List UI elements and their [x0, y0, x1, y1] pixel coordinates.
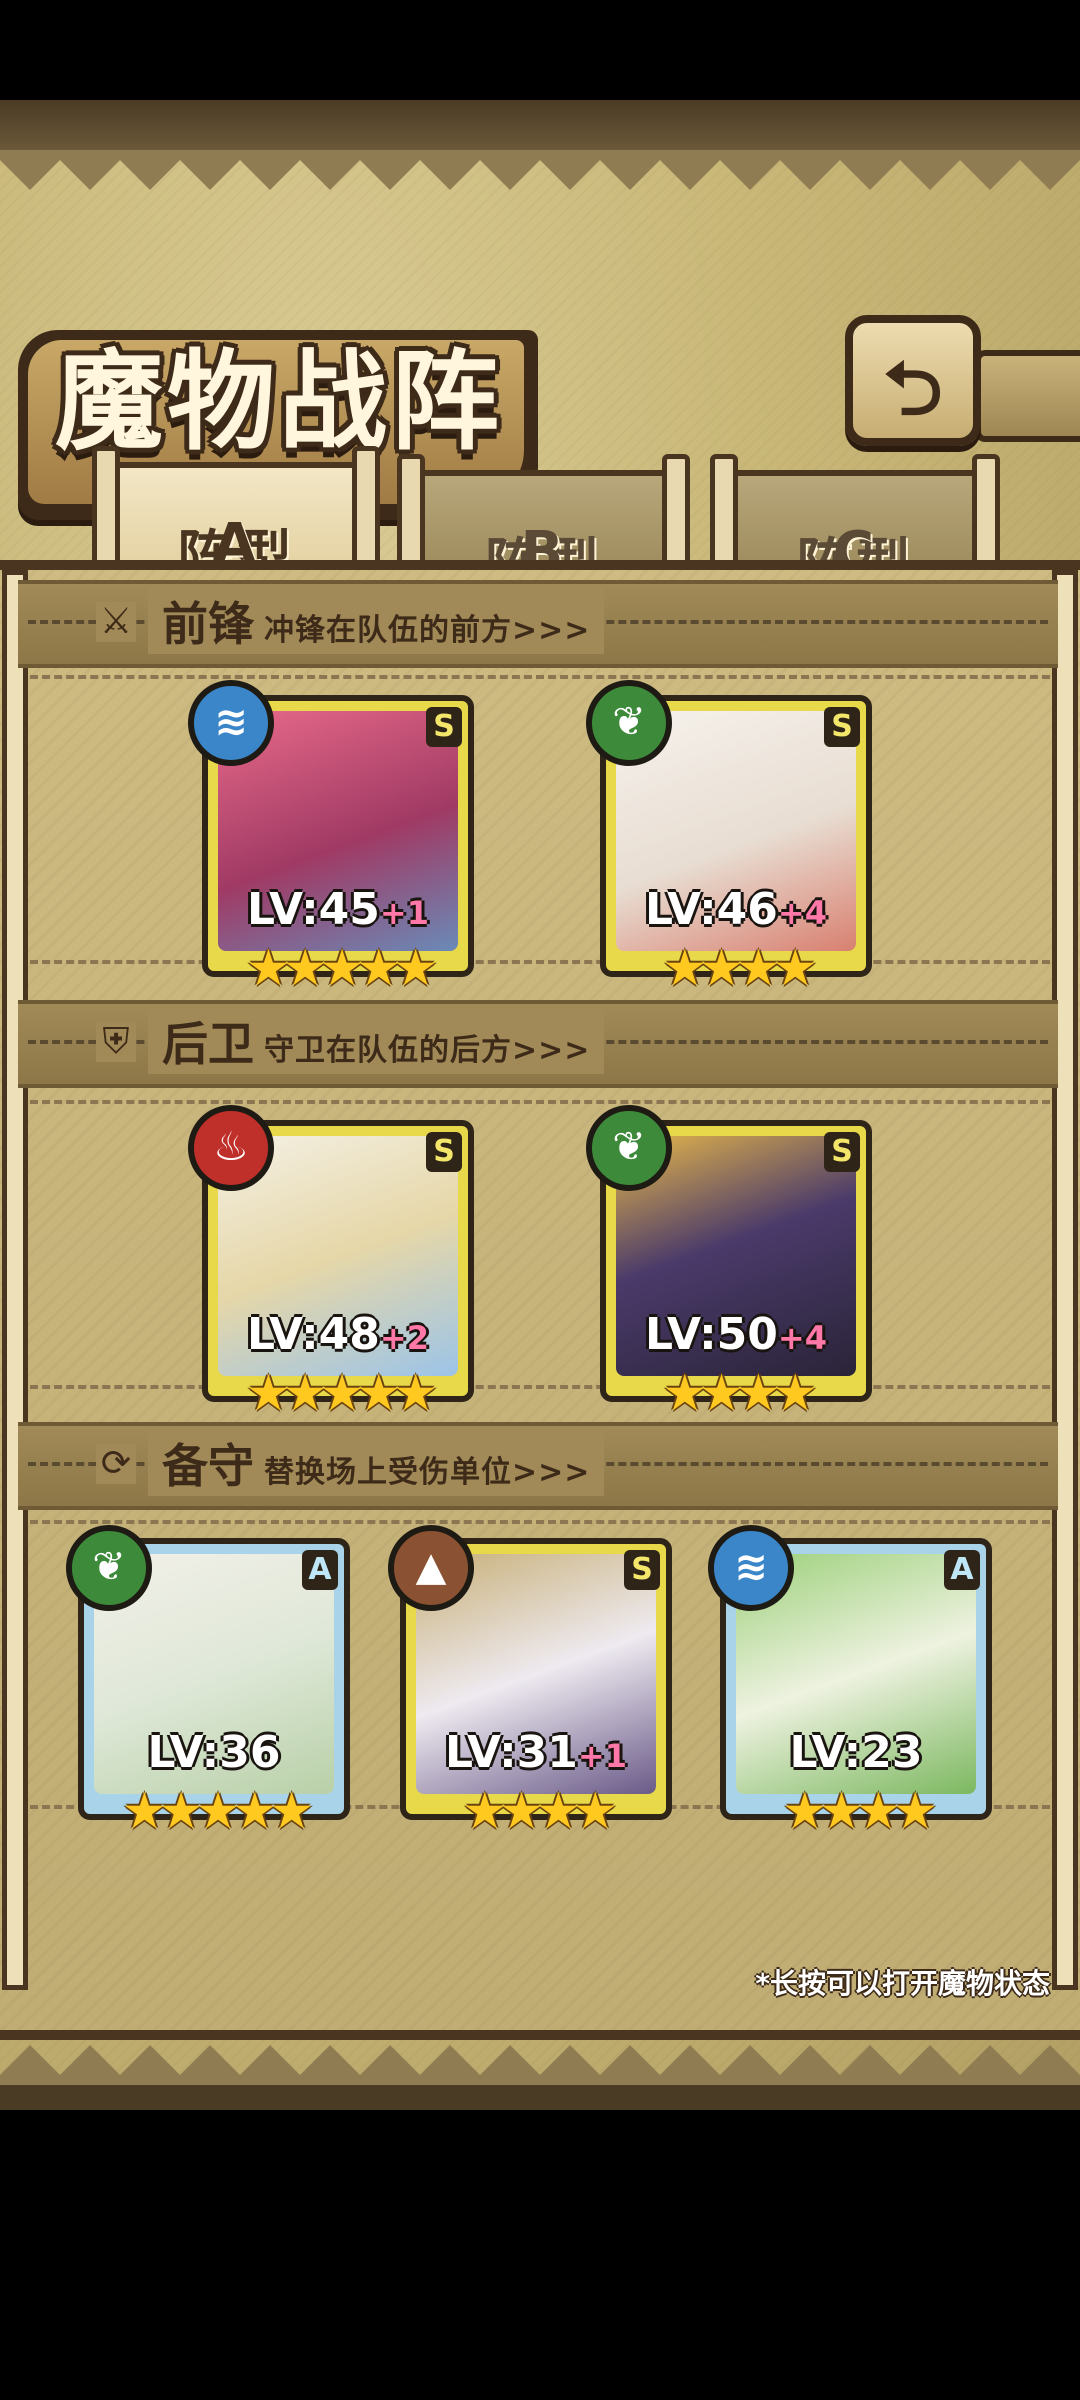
panel-edge-left	[2, 570, 28, 1990]
level-text: LV:36	[147, 1727, 281, 1778]
star-rating: ★★★★★	[245, 1364, 438, 1422]
panel-edge-right	[1052, 570, 1078, 1990]
rank-badge: S	[824, 1132, 860, 1172]
bonus-text: +2	[379, 1319, 429, 1357]
section-title: 备守	[162, 1439, 254, 1493]
bottom-border	[0, 2085, 1080, 2110]
return-arrow-icon: ⮌	[883, 346, 943, 432]
fire-element-icon: ♨	[188, 1105, 274, 1191]
earth-element-icon: ▲	[388, 1525, 474, 1611]
star-rating: ★★★★	[462, 1782, 617, 1840]
star-rating: ★★★★	[662, 1364, 817, 1422]
grass-element-icon: ❦	[586, 680, 672, 766]
bonus-text: +1	[577, 1737, 627, 1775]
level-text: LV:50	[645, 1309, 778, 1360]
shield-icon: ⛨	[96, 1022, 136, 1062]
level-text: LV:31	[445, 1727, 578, 1778]
section-subtitle: 替换场上受伤单位>>>	[264, 1455, 591, 1490]
swap-icon: ⟳	[96, 1444, 136, 1484]
rank-badge: A	[302, 1550, 338, 1590]
rank-badge: S	[824, 707, 860, 747]
star-rating: ★★★★★	[245, 939, 438, 997]
page-title: 魔物战阵	[55, 340, 504, 465]
level-text: LV:23	[789, 1727, 923, 1778]
grass-element-icon: ❦	[66, 1525, 152, 1611]
level-text: LV:45	[247, 884, 380, 935]
section-front-header: ⚔ 前锋 冲锋在队伍的前方>>>	[18, 580, 1058, 668]
level-text: LV:46	[645, 884, 778, 935]
star-rating: ★★★★	[782, 1782, 937, 1840]
section-title: 后卫	[162, 1017, 254, 1071]
top-border	[0, 100, 1080, 150]
rank-badge: S	[426, 707, 462, 747]
grass-element-icon: ❦	[586, 1105, 672, 1191]
zigzag-border	[0, 150, 1080, 190]
level-text: LV:48	[247, 1309, 380, 1360]
zigzag-border	[0, 2045, 1080, 2085]
long-press-hint: *长按可以打开魔物状态	[755, 1967, 1050, 2000]
rank-badge: A	[944, 1550, 980, 1590]
bonus-text: +1	[379, 894, 429, 932]
section-reserve-header: ⟳ 备守 替换场上受伤单位>>>	[18, 1422, 1058, 1510]
section-subtitle: 冲锋在队伍的前方>>>	[264, 613, 591, 648]
bonus-text: +4	[777, 1319, 827, 1357]
rank-badge: S	[426, 1132, 462, 1172]
sword-icon: ⚔	[96, 602, 136, 642]
star-rating: ★★★★★	[121, 1782, 314, 1840]
star-rating: ★★★★	[662, 939, 817, 997]
back-button[interactable]: ⮌	[845, 315, 981, 446]
game-screen: 魔物战阵 ⮌ 阵型 A 阵型B 阵型C ⚔ 前锋冲锋在队伍的前方>>> S LV…	[0, 100, 1080, 2110]
section-subtitle: 守卫在队伍的后方>>>	[264, 1033, 591, 1068]
bonus-text: +4	[777, 894, 827, 932]
section-rear-header: ⛨ 后卫 守卫在队伍的后方>>>	[18, 1000, 1058, 1088]
rank-badge: S	[624, 1550, 660, 1590]
section-title: 前锋	[162, 597, 254, 651]
water-element-icon: ≋	[188, 680, 274, 766]
water-element-icon: ≋	[708, 1525, 794, 1611]
back-bar	[975, 350, 1080, 442]
